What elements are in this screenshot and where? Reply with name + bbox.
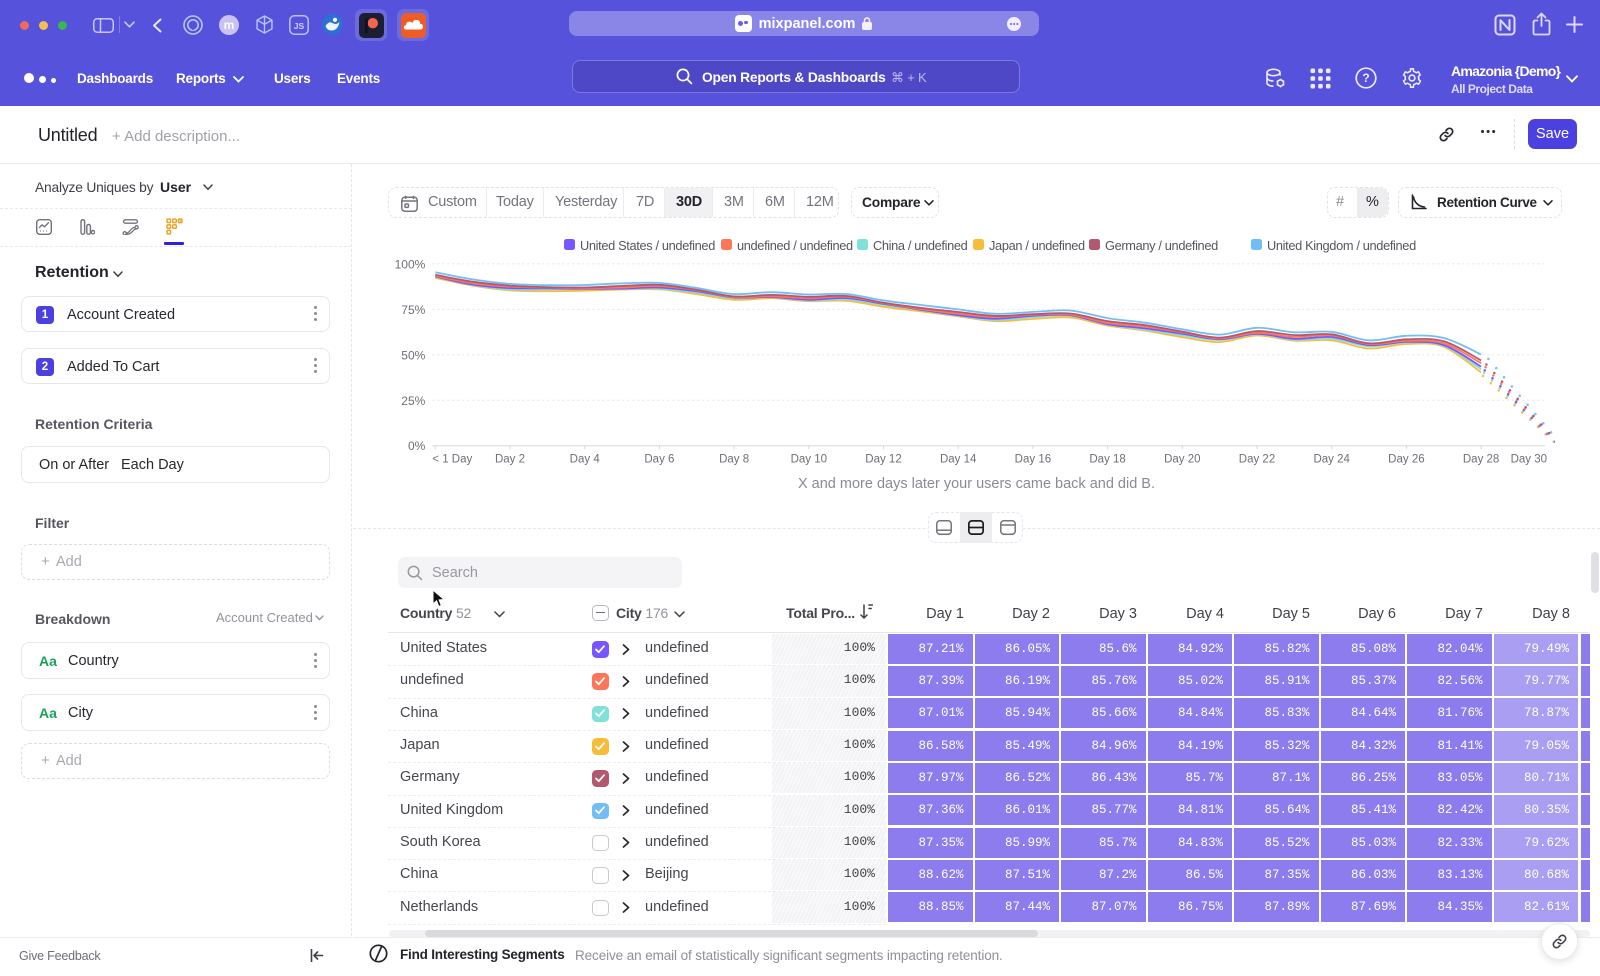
- svg-text:Day 18: Day 18: [1089, 454, 1125, 466]
- svg-text:Day 8: Day 8: [719, 454, 749, 466]
- svg-text:?: ?: [1362, 71, 1369, 85]
- svg-text:Day 20: Day 20: [1164, 454, 1200, 466]
- svg-text:Day 10: Day 10: [791, 454, 827, 466]
- svg-text:Day 14: Day 14: [940, 454, 977, 466]
- svg-text:Day 12: Day 12: [865, 454, 901, 466]
- svg-text:Day 6: Day 6: [644, 454, 674, 466]
- svg-text:100%: 100%: [395, 257, 426, 271]
- svg-text:Day 26: Day 26: [1388, 454, 1424, 466]
- svg-text:50%: 50%: [401, 348, 425, 362]
- svg-text:JS: JS: [294, 21, 305, 31]
- svg-text:Day 22: Day 22: [1239, 454, 1275, 466]
- svg-text:25%: 25%: [401, 394, 425, 408]
- svg-text:< 1 Day: < 1 Day: [432, 454, 472, 466]
- svg-text:75%: 75%: [401, 303, 425, 317]
- svg-text:0%: 0%: [408, 439, 426, 453]
- svg-text:Day 24: Day 24: [1313, 454, 1350, 466]
- svg-text:Day 30: Day 30: [1511, 454, 1547, 466]
- svg-text:Day 28: Day 28: [1463, 454, 1499, 466]
- svg-text:Day 16: Day 16: [1015, 454, 1051, 466]
- svg-text:Day 4: Day 4: [570, 454, 601, 466]
- svg-text:Day 2: Day 2: [495, 454, 525, 466]
